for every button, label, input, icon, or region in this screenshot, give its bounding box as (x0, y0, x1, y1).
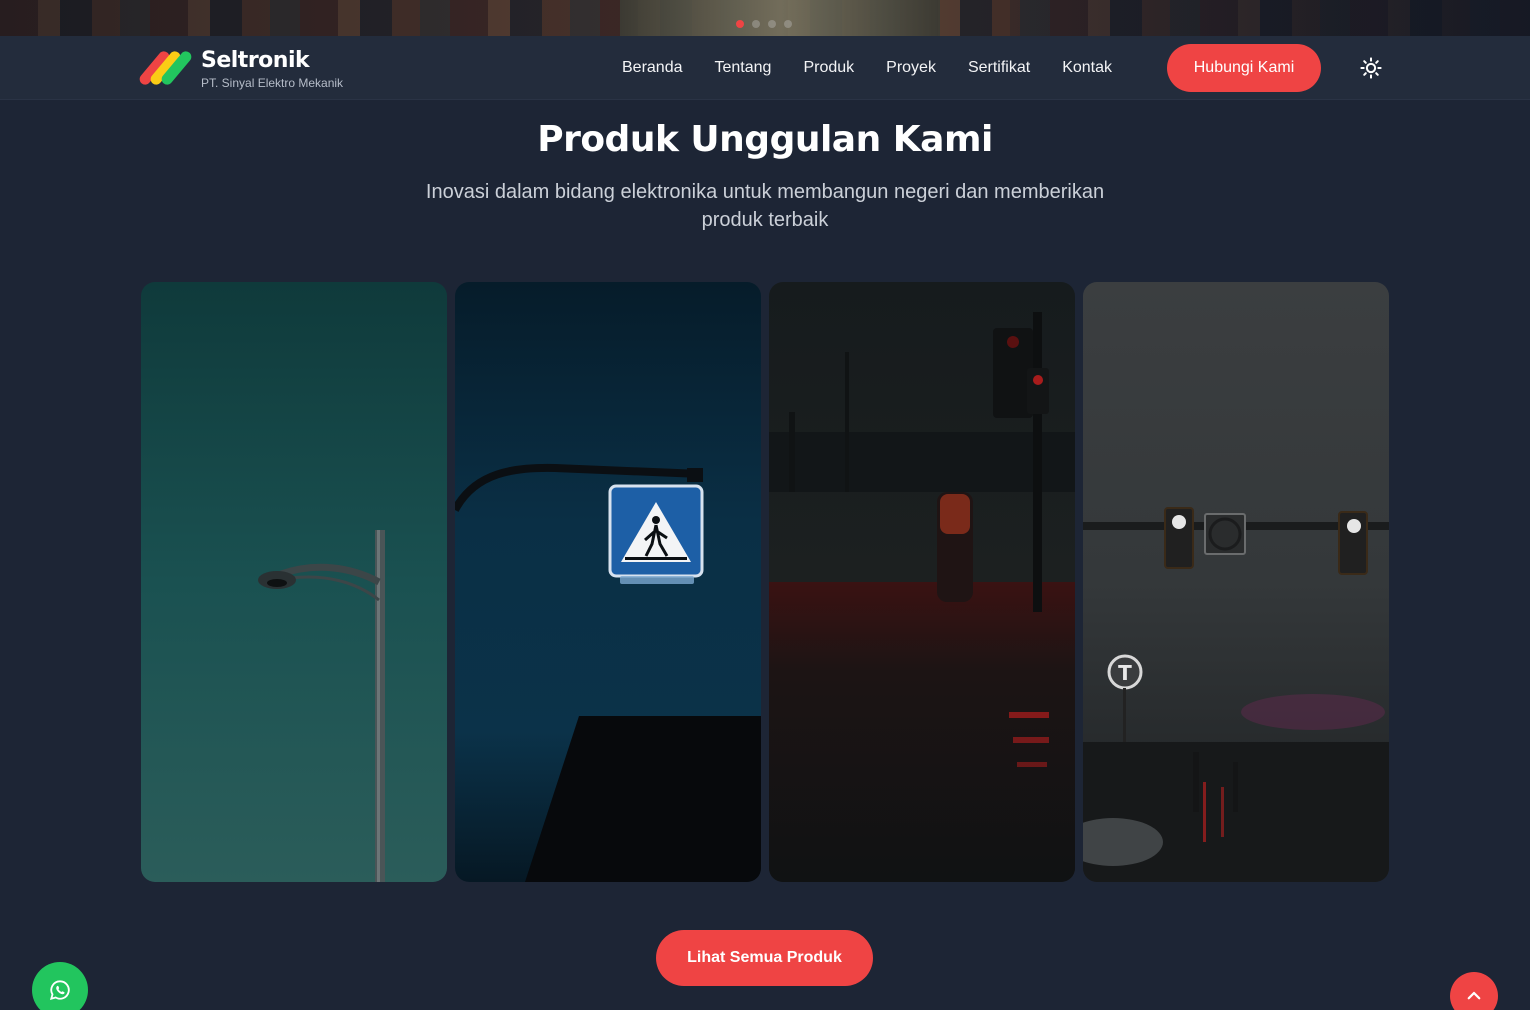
theme-toggle-button[interactable] (1360, 57, 1382, 79)
view-all-products-button[interactable]: Lihat Semua Produk (656, 930, 873, 986)
street-lamp-photo (141, 282, 447, 882)
section-title: Produk Unggulan Kami (537, 119, 993, 160)
night-traffic-light-photo (769, 282, 1075, 882)
brand-logo-link[interactable]: Seltronik PT. Sinyal Elektro Mekanik (137, 44, 344, 94)
brand-name: Seltronik (201, 47, 310, 73)
nav-link-beranda[interactable]: Beranda (622, 59, 683, 77)
navbar: Seltronik PT. Sinyal Elektro Mekanik Ber… (0, 36, 1530, 100)
nav-link-sertifikat[interactable]: Sertifikat (968, 59, 1030, 77)
svg-text:T: T (1118, 661, 1132, 685)
logo-icon (137, 44, 194, 94)
pedestrian-crossing-sign-photo (455, 282, 761, 882)
chevron-up-icon (1467, 991, 1481, 1000)
product-card-street-lamp[interactable] (141, 282, 447, 882)
rainy-traffic-light-photo: T (1083, 282, 1389, 882)
nav-link-proyek[interactable]: Proyek (886, 59, 936, 77)
brand-subtitle: PT. Sinyal Elektro Mekanik (201, 75, 344, 90)
nav-link-produk[interactable]: Produk (803, 59, 854, 77)
product-gallery: T (141, 282, 1389, 882)
nav-link-tentang[interactable]: Tentang (715, 59, 772, 77)
nav-menu: Beranda Tentang Produk Proyek Sertifikat… (622, 36, 1144, 100)
slider-dot-2[interactable] (752, 20, 760, 28)
slider-dots (736, 20, 792, 28)
back-to-top-button[interactable] (1450, 972, 1498, 1010)
hero-image (620, 0, 940, 36)
whatsapp-icon (49, 980, 70, 1001)
contact-us-button[interactable]: Hubungi Kami (1167, 44, 1321, 92)
slider-dot-1[interactable] (736, 20, 744, 28)
nav-link-kontak[interactable]: Kontak (1062, 59, 1112, 77)
sun-icon (1360, 57, 1382, 79)
hero-slider (0, 0, 1530, 36)
product-card-rainy-traffic-light[interactable]: T (1083, 282, 1389, 882)
product-card-pedestrian-sign[interactable] (455, 282, 761, 882)
whatsapp-button[interactable] (32, 962, 88, 1010)
slider-dot-4[interactable] (784, 20, 792, 28)
section-subtitle: Inovasi dalam bidang elektronika untuk m… (425, 181, 1105, 231)
product-card-night-traffic-light[interactable] (769, 282, 1075, 882)
slider-dot-3[interactable] (768, 20, 776, 28)
